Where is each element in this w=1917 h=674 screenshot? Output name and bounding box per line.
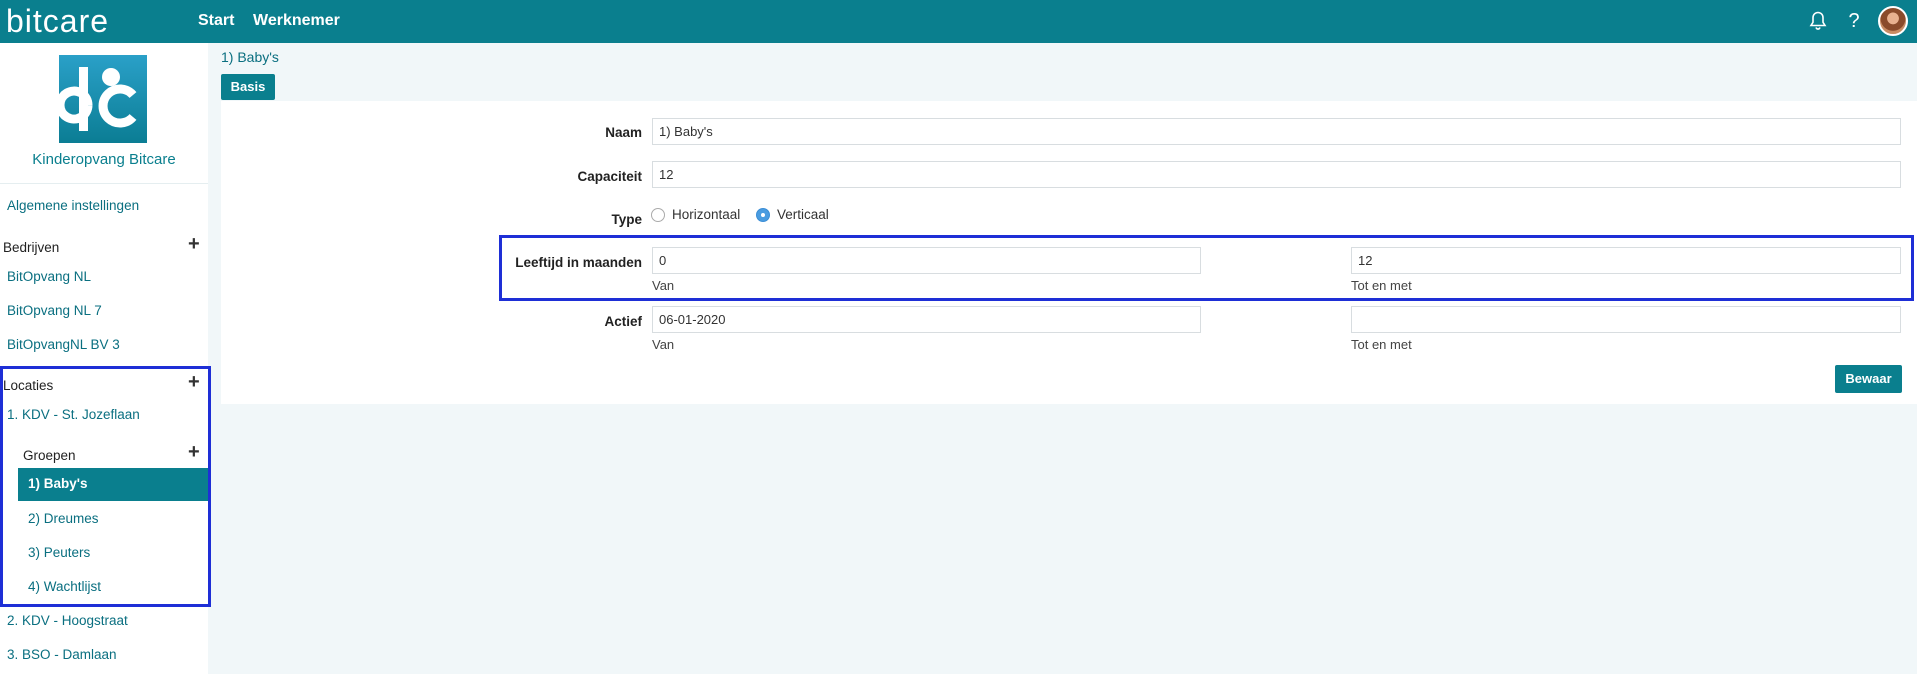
actief-tot-label: Tot en met [1351,337,1412,352]
sidebar-item-company[interactable]: BitOpvang NL 7 [7,303,102,318]
capaciteit-label: Capaciteit [577,169,642,184]
highlight-box-leeftijd [499,235,1914,301]
nav-werknemer[interactable]: Werknemer [253,12,340,30]
brand-logo[interactable]: bitcare [6,3,109,39]
add-company-plus-icon[interactable]: + [188,234,200,254]
nav-start[interactable]: Start [198,12,234,30]
company-logo [55,55,147,143]
breadcrumb[interactable]: 1) Baby's [221,49,279,65]
bell-icon[interactable] [1805,8,1831,34]
top-bar: bitcare Start Werknemer ? [0,0,1917,43]
sidebar-divider [0,183,208,184]
radio-verticaal-label[interactable]: Verticaal [777,207,829,222]
naam-input[interactable] [652,118,1901,145]
capaciteit-input[interactable] [652,161,1901,188]
actief-van-input[interactable] [652,306,1201,333]
radio-horizontaal[interactable] [651,208,665,222]
tab-basis[interactable]: Basis [221,74,275,100]
sidebar-item-company[interactable]: BitOpvang NL [7,269,91,284]
naam-label: Naam [605,125,642,140]
highlight-box-locations [0,366,211,607]
sidebar-item-location[interactable]: 2. KDV - Hoogstraat [7,613,128,628]
help-icon[interactable]: ? [1841,8,1867,34]
radio-verticaal[interactable] [756,208,770,222]
companies-heading: Bedrijven [3,240,60,255]
sidebar-item-location[interactable]: 3. BSO - Damlaan [7,647,117,662]
sidebar-item-general-settings[interactable]: Algemene instellingen [7,198,139,213]
type-label: Type [611,212,642,227]
avatar[interactable] [1878,6,1908,36]
radio-horizontaal-label[interactable]: Horizontaal [672,207,740,222]
company-name: Kinderopvang Bitcare [32,151,176,168]
sidebar-item-company[interactable]: BitOpvangNL BV 3 [7,337,120,352]
actief-van-label: Van [652,337,675,352]
save-button[interactable]: Bewaar [1835,365,1902,393]
actief-label: Actief [604,314,642,329]
actief-tot-input[interactable] [1351,306,1901,333]
